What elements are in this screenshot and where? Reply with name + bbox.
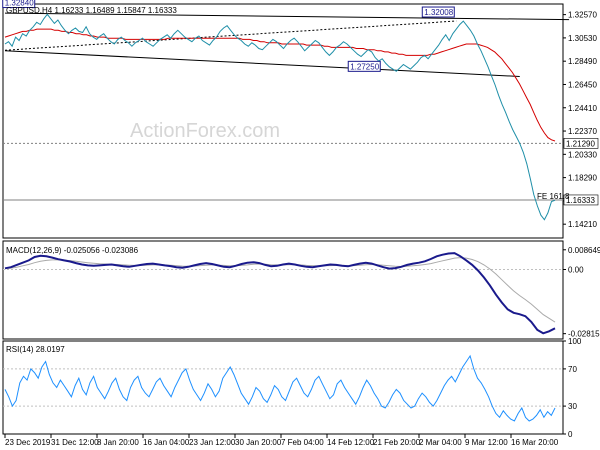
y-tick-label: 100: [568, 337, 582, 346]
macd-series-group: [3, 252, 563, 335]
y-tick-label: 1.18290: [568, 174, 597, 183]
x-tick-label: 2 Mar 04:00: [419, 438, 462, 447]
price-panel-frame: [2, 3, 564, 239]
trendline-dotted: [4, 20, 457, 51]
x-axis: 23 Dec 2019 31 Dec 12:008 Jan 20:00 16 Jan…: [4, 434, 559, 447]
fibonacci-extension-label: FE 161.8: [537, 192, 570, 201]
y-tick-label: 0.00: [568, 265, 584, 274]
rsi-panel-title: RSI(14) 28.0197: [6, 345, 65, 354]
rsi-series-group: [3, 354, 563, 422]
y-tick-label: 1.30530: [568, 34, 597, 43]
rsi-y-axis: 100 70 30 0: [563, 337, 582, 439]
y-tick-label: 1.32570: [568, 11, 597, 20]
x-tick-label: 31 Dec 12:00: [51, 438, 99, 447]
x-tick-label: 7 Feb 04:00: [281, 438, 324, 447]
price-line: [4, 13, 556, 221]
y-tick-label: 1.14210: [568, 220, 597, 229]
level-tag-text: 1.21290: [566, 139, 595, 148]
y-tick-label: 70: [568, 365, 577, 374]
watermark: ActionForex.com: [130, 120, 280, 142]
macd-y-axis: 0.0086490.00-0.028157: [563, 246, 600, 339]
x-tick-label: 8 Jan 20:00: [97, 438, 139, 447]
price-annotation-text: 1.32008: [424, 8, 453, 17]
x-tick-label: 23 Jan 12:00: [189, 438, 236, 447]
price-panel-title: GBPUSD,H4 1.16233 1.16489 1.15847 1.1633…: [6, 6, 177, 15]
macd-panel-frame: [2, 240, 564, 340]
x-tick-label: 16 Jan 04:00: [143, 438, 190, 447]
price-reference-lines: 1.21290 1.16333FE 161.8: [3, 138, 599, 206]
x-tick-label: 23 Dec 2019: [5, 438, 51, 447]
y-tick-label: 1.26450: [568, 80, 597, 89]
price-series-group: [4, 13, 556, 221]
x-tick-label: 21 Feb 20:00: [373, 438, 421, 447]
x-tick-label: 9 Mar 12:00: [465, 438, 508, 447]
y-tick-label: 30: [568, 402, 577, 411]
forex-chart: ActionForex.com 1.32570 1.30530 1.28490 1.2…: [2, 0, 600, 447]
x-tick-label: 14 Feb 12:00: [327, 438, 375, 447]
price-annotation-text: 1.27250: [350, 62, 379, 71]
macd-line: [4, 252, 556, 335]
rsi-panel-frame: [2, 340, 564, 435]
y-tick-label: 1.24410: [568, 104, 597, 113]
y-tick-label: 1.28490: [568, 57, 597, 66]
y-tick-label: 1.22370: [568, 127, 597, 136]
x-tick-label: 30 Jan 20:00: [235, 438, 282, 447]
current-price-tag-text: 1.16333: [566, 196, 595, 205]
macd-panel-title: MACD(12,26,9) -0.025056 -0.023086: [6, 246, 139, 255]
y-tick-label: 0.008649: [568, 246, 600, 255]
macd-signal-line: [4, 257, 556, 323]
trendline-solid: [4, 50, 520, 77]
rsi-line: [4, 354, 556, 422]
y-tick-label: 1.20330: [568, 150, 597, 159]
y-tick-label: 0: [568, 430, 573, 439]
x-tick-label: 16 Mar 20:00: [511, 438, 559, 447]
